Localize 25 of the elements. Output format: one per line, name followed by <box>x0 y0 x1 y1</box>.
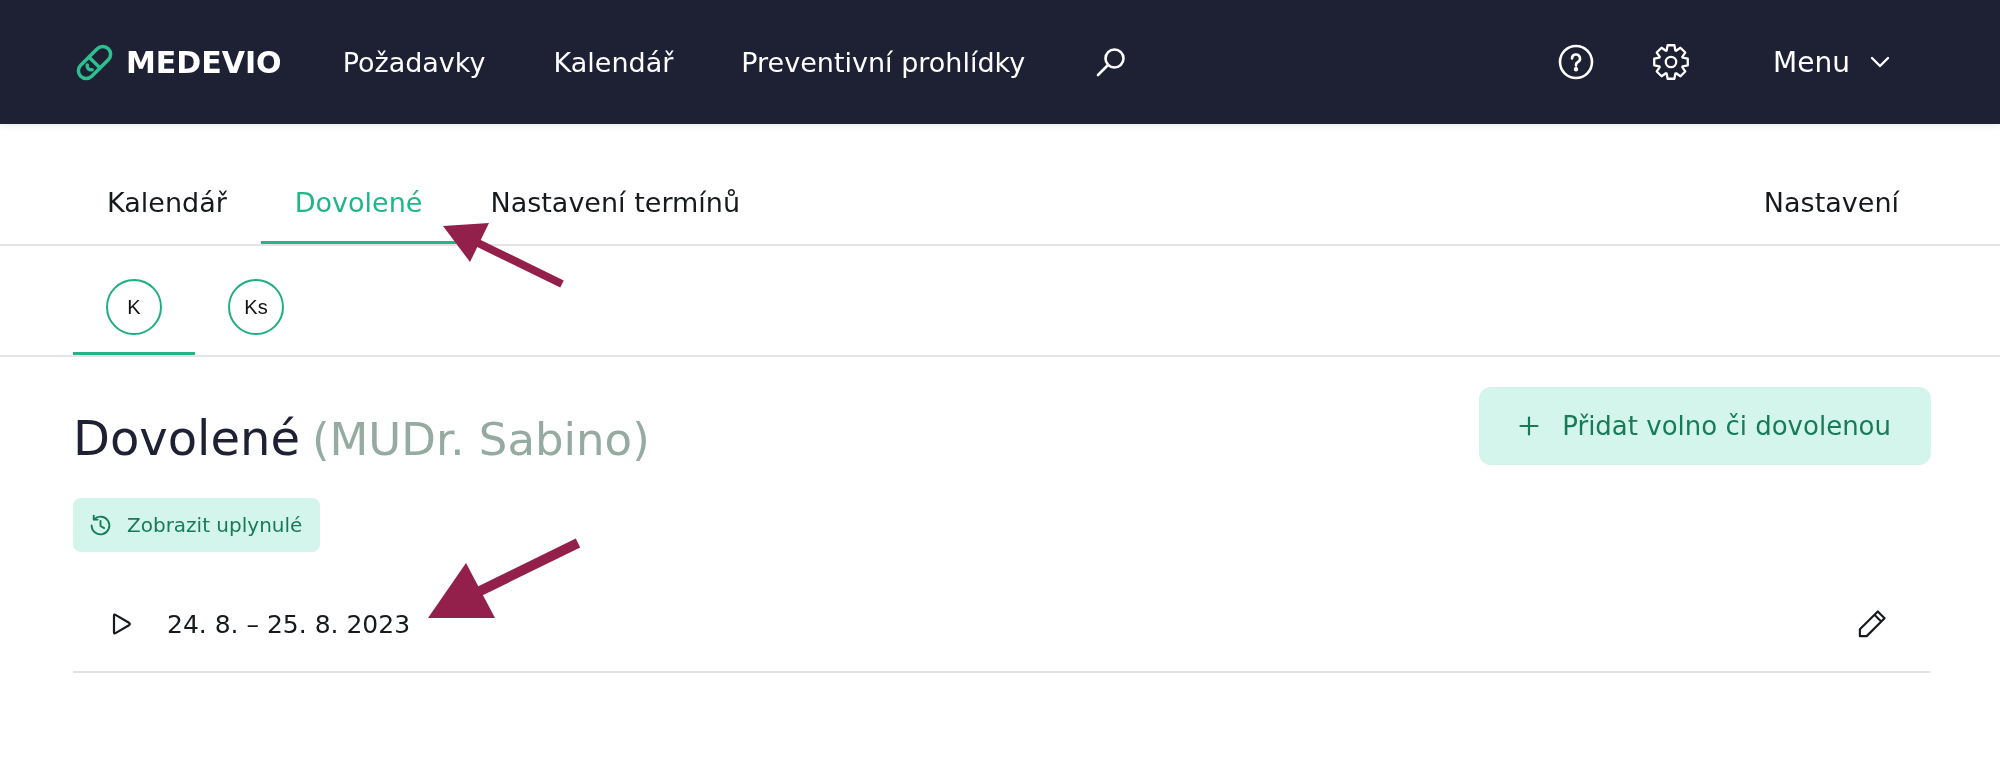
history-icon <box>88 512 113 538</box>
settings-icon[interactable] <box>1652 43 1691 81</box>
search-icon[interactable] <box>1095 46 1128 78</box>
settings-link[interactable]: Nastavení <box>1729 164 1933 244</box>
show-past-button[interactable]: Zobrazit uplynulé <box>73 498 321 552</box>
chevron-down-icon <box>1870 56 1890 68</box>
plus-icon <box>1519 416 1540 436</box>
doctor-tab[interactable]: K <box>73 246 195 355</box>
initials-avatar: K <box>106 279 162 335</box>
nav-link[interactable]: Požadavky <box>342 46 486 78</box>
doctor-tab[interactable]: Ks <box>195 246 317 355</box>
nav-link[interactable]: Preventivní prohlídky <box>741 46 1026 78</box>
pencil-icon[interactable] <box>1856 608 1887 640</box>
tab[interactable]: Nastavení termínů <box>456 164 775 244</box>
nav-link[interactable]: Kalendář <box>553 46 674 78</box>
tab[interactable]: Kalendář <box>73 164 261 244</box>
help-icon[interactable] <box>1558 44 1595 80</box>
logo-text[interactable]: MEDEVIO <box>126 44 282 80</box>
initials-avatar: Ks <box>228 279 284 335</box>
add-vacation-button[interactable]: Přidat volno či dovolenou <box>1479 387 1931 465</box>
page-title: Dovolené <box>73 409 300 467</box>
doctor-name: (MUDr. Sabino) <box>311 412 650 468</box>
menu-button[interactable]: Menu <box>1773 45 1890 79</box>
play-icon[interactable] <box>110 612 132 636</box>
date-range: 24. 8. – 25. 8. 2023 <box>167 609 411 639</box>
